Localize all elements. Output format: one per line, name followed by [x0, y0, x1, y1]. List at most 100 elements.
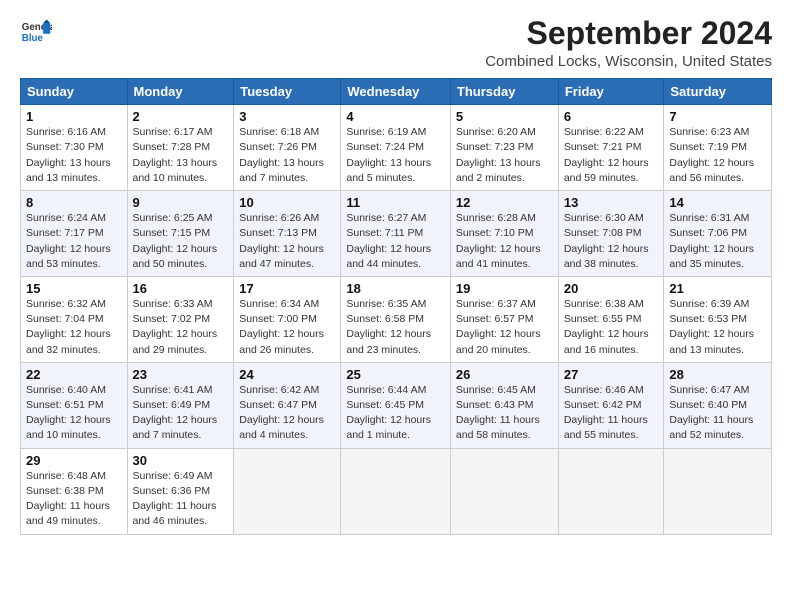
day-number: 5 [456, 109, 553, 124]
day-info: Sunrise: 6:47 AM Sunset: 6:40 PM Dayligh… [669, 383, 766, 444]
day-number: 7 [669, 109, 766, 124]
day-info: Sunrise: 6:41 AM Sunset: 6:49 PM Dayligh… [133, 383, 229, 444]
calendar-cell: 28Sunrise: 6:47 AM Sunset: 6:40 PM Dayli… [664, 362, 772, 448]
day-number: 12 [456, 195, 553, 210]
day-number: 22 [26, 367, 122, 382]
calendar-cell: 21Sunrise: 6:39 AM Sunset: 6:53 PM Dayli… [664, 276, 772, 362]
calendar-table: SundayMondayTuesdayWednesdayThursdayFrid… [20, 78, 772, 534]
location-title: Combined Locks, Wisconsin, United States [485, 53, 772, 70]
day-info: Sunrise: 6:35 AM Sunset: 6:58 PM Dayligh… [346, 297, 445, 358]
day-info: Sunrise: 6:16 AM Sunset: 7:30 PM Dayligh… [26, 125, 122, 186]
day-info: Sunrise: 6:31 AM Sunset: 7:06 PM Dayligh… [669, 211, 766, 272]
day-number: 21 [669, 281, 766, 296]
day-info: Sunrise: 6:17 AM Sunset: 7:28 PM Dayligh… [133, 125, 229, 186]
day-info: Sunrise: 6:26 AM Sunset: 7:13 PM Dayligh… [239, 211, 335, 272]
day-info: Sunrise: 6:27 AM Sunset: 7:11 PM Dayligh… [346, 211, 445, 272]
day-info: Sunrise: 6:37 AM Sunset: 6:57 PM Dayligh… [456, 297, 553, 358]
day-number: 25 [346, 367, 445, 382]
calendar-cell: 18Sunrise: 6:35 AM Sunset: 6:58 PM Dayli… [341, 276, 451, 362]
calendar-cell: 26Sunrise: 6:45 AM Sunset: 6:43 PM Dayli… [450, 362, 558, 448]
calendar-cell: 11Sunrise: 6:27 AM Sunset: 7:11 PM Dayli… [341, 191, 451, 277]
day-info: Sunrise: 6:28 AM Sunset: 7:10 PM Dayligh… [456, 211, 553, 272]
calendar-cell: 23Sunrise: 6:41 AM Sunset: 6:49 PM Dayli… [127, 362, 234, 448]
day-number: 9 [133, 195, 229, 210]
day-info: Sunrise: 6:23 AM Sunset: 7:19 PM Dayligh… [669, 125, 766, 186]
day-number: 17 [239, 281, 335, 296]
day-number: 6 [564, 109, 659, 124]
day-info: Sunrise: 6:42 AM Sunset: 6:47 PM Dayligh… [239, 383, 335, 444]
calendar-cell: 1Sunrise: 6:16 AM Sunset: 7:30 PM Daylig… [21, 105, 128, 191]
weekday-header: Sunday [21, 79, 128, 105]
day-info: Sunrise: 6:20 AM Sunset: 7:23 PM Dayligh… [456, 125, 553, 186]
calendar-cell: 13Sunrise: 6:30 AM Sunset: 7:08 PM Dayli… [558, 191, 664, 277]
day-number: 20 [564, 281, 659, 296]
day-info: Sunrise: 6:18 AM Sunset: 7:26 PM Dayligh… [239, 125, 335, 186]
weekday-header: Tuesday [234, 79, 341, 105]
calendar-cell: 29Sunrise: 6:48 AM Sunset: 6:38 PM Dayli… [21, 448, 128, 534]
calendar-cell: 19Sunrise: 6:37 AM Sunset: 6:57 PM Dayli… [450, 276, 558, 362]
day-number: 15 [26, 281, 122, 296]
day-number: 13 [564, 195, 659, 210]
day-info: Sunrise: 6:25 AM Sunset: 7:15 PM Dayligh… [133, 211, 229, 272]
svg-text:Blue: Blue [22, 33, 44, 44]
weekday-header: Saturday [664, 79, 772, 105]
day-number: 4 [346, 109, 445, 124]
calendar-cell: 6Sunrise: 6:22 AM Sunset: 7:21 PM Daylig… [558, 105, 664, 191]
day-info: Sunrise: 6:44 AM Sunset: 6:45 PM Dayligh… [346, 383, 445, 444]
day-info: Sunrise: 6:45 AM Sunset: 6:43 PM Dayligh… [456, 383, 553, 444]
calendar-cell: 10Sunrise: 6:26 AM Sunset: 7:13 PM Dayli… [234, 191, 341, 277]
calendar-week-row: 1Sunrise: 6:16 AM Sunset: 7:30 PM Daylig… [21, 105, 772, 191]
day-info: Sunrise: 6:33 AM Sunset: 7:02 PM Dayligh… [133, 297, 229, 358]
day-info: Sunrise: 6:19 AM Sunset: 7:24 PM Dayligh… [346, 125, 445, 186]
calendar-week-row: 15Sunrise: 6:32 AM Sunset: 7:04 PM Dayli… [21, 276, 772, 362]
calendar-cell [664, 448, 772, 534]
calendar-cell: 16Sunrise: 6:33 AM Sunset: 7:02 PM Dayli… [127, 276, 234, 362]
page-header: General Blue September 2024 Combined Loc… [20, 16, 772, 70]
calendar-cell: 8Sunrise: 6:24 AM Sunset: 7:17 PM Daylig… [21, 191, 128, 277]
day-info: Sunrise: 6:40 AM Sunset: 6:51 PM Dayligh… [26, 383, 122, 444]
day-number: 26 [456, 367, 553, 382]
day-number: 23 [133, 367, 229, 382]
calendar-cell: 4Sunrise: 6:19 AM Sunset: 7:24 PM Daylig… [341, 105, 451, 191]
calendar-cell: 25Sunrise: 6:44 AM Sunset: 6:45 PM Dayli… [341, 362, 451, 448]
calendar-cell: 3Sunrise: 6:18 AM Sunset: 7:26 PM Daylig… [234, 105, 341, 191]
day-number: 24 [239, 367, 335, 382]
day-info: Sunrise: 6:32 AM Sunset: 7:04 PM Dayligh… [26, 297, 122, 358]
calendar-cell: 30Sunrise: 6:49 AM Sunset: 6:36 PM Dayli… [127, 448, 234, 534]
calendar-cell [558, 448, 664, 534]
calendar-cell: 5Sunrise: 6:20 AM Sunset: 7:23 PM Daylig… [450, 105, 558, 191]
calendar-cell: 24Sunrise: 6:42 AM Sunset: 6:47 PM Dayli… [234, 362, 341, 448]
calendar-cell: 2Sunrise: 6:17 AM Sunset: 7:28 PM Daylig… [127, 105, 234, 191]
calendar-cell: 20Sunrise: 6:38 AM Sunset: 6:55 PM Dayli… [558, 276, 664, 362]
calendar-cell: 12Sunrise: 6:28 AM Sunset: 7:10 PM Dayli… [450, 191, 558, 277]
day-number: 16 [133, 281, 229, 296]
calendar-cell: 27Sunrise: 6:46 AM Sunset: 6:42 PM Dayli… [558, 362, 664, 448]
calendar-week-row: 8Sunrise: 6:24 AM Sunset: 7:17 PM Daylig… [21, 191, 772, 277]
day-info: Sunrise: 6:30 AM Sunset: 7:08 PM Dayligh… [564, 211, 659, 272]
day-number: 11 [346, 195, 445, 210]
day-info: Sunrise: 6:49 AM Sunset: 6:36 PM Dayligh… [133, 469, 229, 530]
calendar-cell: 22Sunrise: 6:40 AM Sunset: 6:51 PM Dayli… [21, 362, 128, 448]
day-info: Sunrise: 6:22 AM Sunset: 7:21 PM Dayligh… [564, 125, 659, 186]
day-info: Sunrise: 6:48 AM Sunset: 6:38 PM Dayligh… [26, 469, 122, 530]
weekday-header-row: SundayMondayTuesdayWednesdayThursdayFrid… [21, 79, 772, 105]
weekday-header: Monday [127, 79, 234, 105]
day-number: 30 [133, 453, 229, 468]
calendar-cell [341, 448, 451, 534]
title-block: September 2024 Combined Locks, Wisconsin… [485, 16, 772, 70]
day-info: Sunrise: 6:39 AM Sunset: 6:53 PM Dayligh… [669, 297, 766, 358]
day-number: 27 [564, 367, 659, 382]
calendar-cell [234, 448, 341, 534]
day-info: Sunrise: 6:34 AM Sunset: 7:00 PM Dayligh… [239, 297, 335, 358]
day-number: 14 [669, 195, 766, 210]
day-number: 18 [346, 281, 445, 296]
day-number: 8 [26, 195, 122, 210]
day-number: 2 [133, 109, 229, 124]
day-info: Sunrise: 6:24 AM Sunset: 7:17 PM Dayligh… [26, 211, 122, 272]
day-number: 28 [669, 367, 766, 382]
day-number: 19 [456, 281, 553, 296]
weekday-header: Friday [558, 79, 664, 105]
logo-icon: General Blue [20, 16, 52, 48]
calendar-week-row: 29Sunrise: 6:48 AM Sunset: 6:38 PM Dayli… [21, 448, 772, 534]
weekday-header: Thursday [450, 79, 558, 105]
